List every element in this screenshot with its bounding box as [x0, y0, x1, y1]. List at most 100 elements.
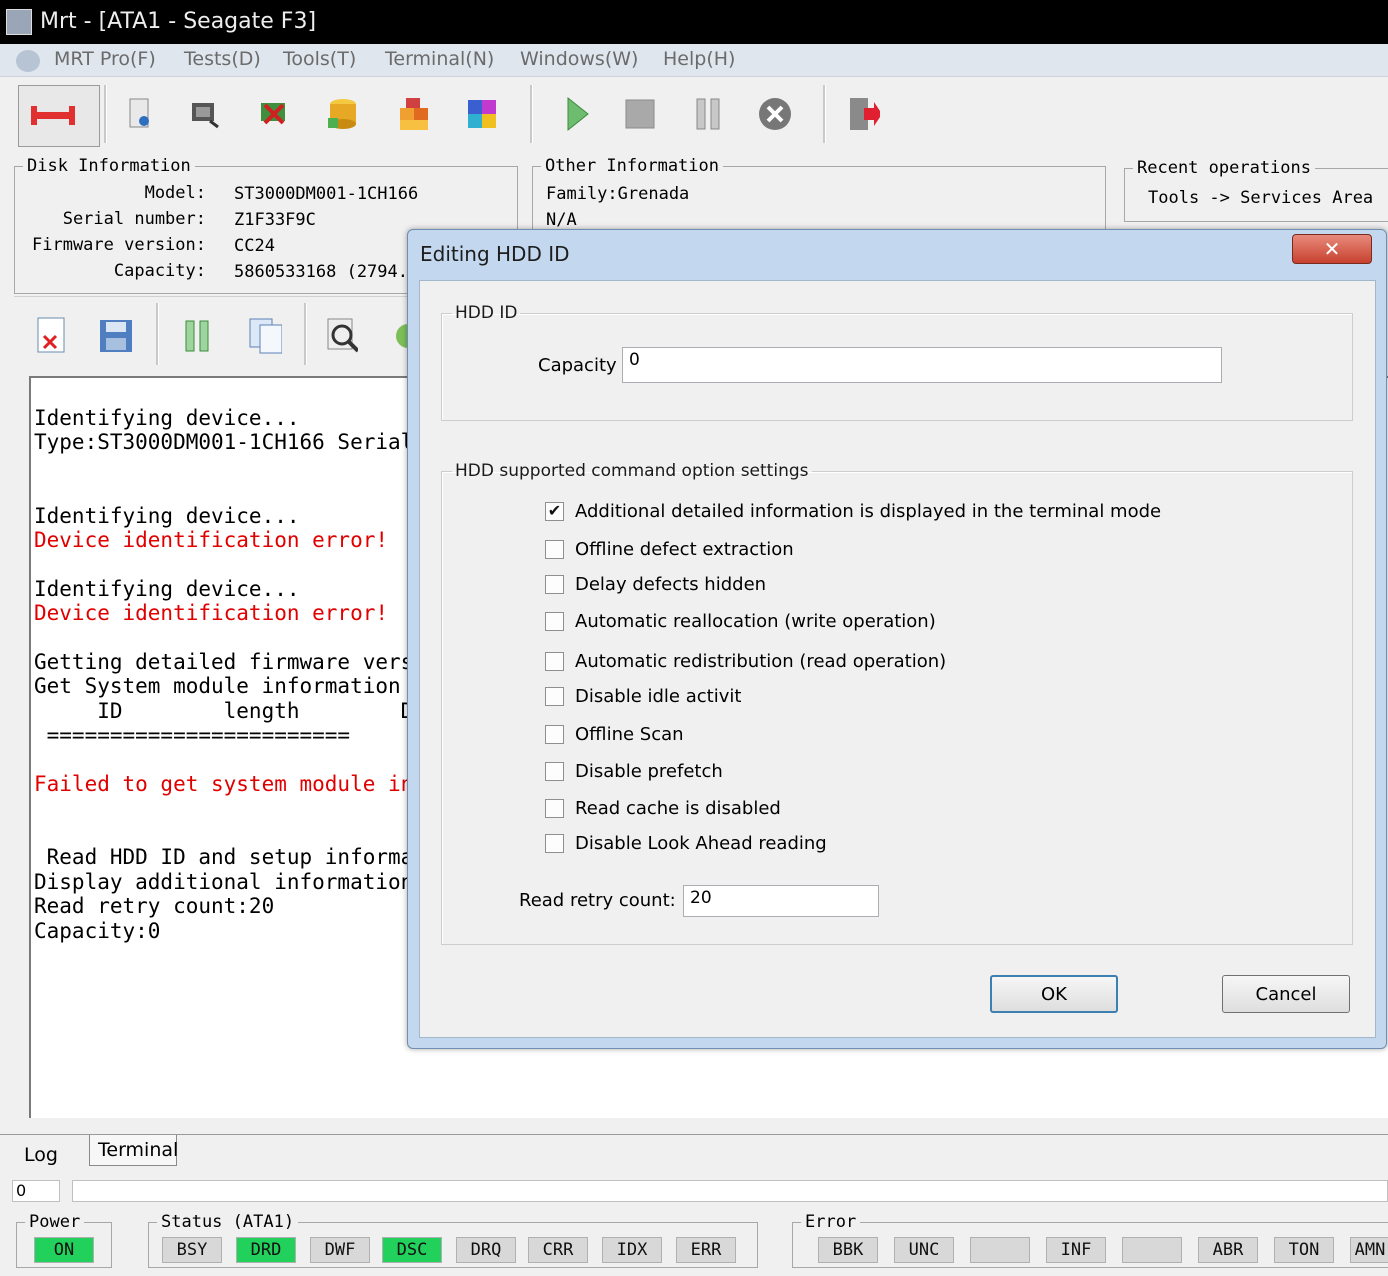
play-button[interactable]	[560, 95, 594, 133]
hdd-id-legend: HDD ID	[455, 303, 518, 323]
database-button[interactable]	[326, 95, 360, 133]
disconnect-icon	[31, 106, 75, 125]
editing-hdd-id-dialog: Editing HDD ID ✕ HDD ID Capacity 0 HDD s…	[407, 229, 1387, 1049]
pause-log-button[interactable]	[180, 317, 214, 355]
option-row[interactable]: Automatic reallocation (write operation)	[545, 609, 936, 633]
menu-tools[interactable]: Tools(T)	[283, 48, 356, 70]
toolbar-separator	[104, 85, 107, 143]
option-row[interactable]: Offline defect extraction	[545, 537, 794, 561]
log-line: Identifying device...	[34, 504, 300, 528]
menu-bar: MRT Pro(F) Tests(D) Tools(T) Terminal(N)…	[0, 44, 1388, 76]
log-line: ID length De	[34, 699, 426, 723]
error-legend: Error	[805, 1212, 857, 1232]
error-led-abr: ABR	[1198, 1237, 1258, 1263]
tool-1-button[interactable]	[188, 95, 222, 133]
option-checkbox[interactable]	[545, 833, 564, 853]
stop-button[interactable]	[623, 95, 657, 133]
option-row[interactable]: ✔ Additional detailed information is disp…	[545, 499, 1161, 523]
option-row[interactable]: Disable Look Ahead reading	[545, 831, 827, 855]
log-toolbar	[14, 296, 420, 375]
option-checkbox[interactable]	[545, 539, 564, 559]
log-line: Type:ST3000DM001-1CH166 Serial	[34, 430, 414, 454]
tool-2-button[interactable]	[257, 95, 291, 133]
power-legend: Power	[29, 1212, 81, 1232]
toolbar-separator	[304, 303, 307, 365]
log-line: Read retry count:20	[34, 894, 275, 918]
close-icon: ✕	[1323, 237, 1341, 261]
copy-log-button[interactable]	[248, 317, 282, 355]
app-icon	[6, 9, 32, 35]
log-line: Identifying device...	[34, 406, 300, 430]
firmware-label: Firmware version:	[32, 235, 206, 255]
capacity-label: Capacity:	[113, 261, 206, 281]
retry-count-input[interactable]: 20	[683, 885, 879, 917]
log-line: Capacity:0	[34, 919, 161, 943]
menu-tests[interactable]: Tests(D)	[184, 48, 261, 70]
ok-button[interactable]: OK	[990, 975, 1118, 1013]
model-label: Model:	[144, 183, 206, 203]
cancel-dialog-button[interactable]: Cancel	[1222, 975, 1350, 1013]
other-info-legend: Other Information	[545, 156, 719, 176]
save-icon	[100, 320, 132, 352]
mrt-logo-icon	[16, 50, 40, 72]
exit-button[interactable]	[846, 95, 880, 133]
option-checkbox[interactable]	[545, 651, 564, 671]
status-led-crr: CRR	[528, 1237, 588, 1263]
tab-terminal-label: Terminal	[98, 1139, 179, 1161]
option-checkbox[interactable]	[545, 798, 564, 818]
status-led-idx: IDX	[602, 1237, 662, 1263]
other-info-line2: N/A	[546, 210, 577, 230]
option-checkbox[interactable]: ✔	[545, 501, 564, 521]
cancel-icon	[759, 98, 791, 130]
delete-log-icon	[37, 317, 65, 353]
pause-button[interactable]	[691, 95, 725, 133]
log-line: Getting detailed firmware versi	[34, 650, 426, 674]
recent-operations-legend: Recent operations	[1137, 158, 1311, 178]
option-checkbox[interactable]	[545, 686, 564, 706]
window-title: Mrt - [ATA1 - Seagate F3]	[40, 9, 317, 34]
modules-button[interactable]	[464, 95, 498, 133]
copy-icon	[249, 318, 282, 354]
drive-info-button[interactable]	[122, 95, 156, 133]
option-checkbox[interactable]	[545, 611, 564, 631]
retry-count-label: Read retry count:	[519, 890, 676, 911]
dialog-close-button[interactable]: ✕	[1292, 234, 1372, 264]
recent-operation-item[interactable]: Tools -> Services Area	[1148, 188, 1373, 208]
option-row[interactable]: Disable prefetch	[545, 759, 723, 783]
search-icon	[327, 318, 358, 353]
blocks-button[interactable]	[396, 95, 430, 133]
option-row[interactable]: Read cache is disabled	[545, 796, 781, 820]
save-log-button[interactable]	[98, 317, 132, 355]
option-checkbox[interactable]	[545, 761, 564, 781]
option-label: Delay defects hidden	[575, 573, 767, 595]
menu-windows[interactable]: Windows(W)	[520, 48, 638, 70]
error-led-blank	[1122, 1237, 1182, 1263]
status-led-bsy: BSY	[162, 1237, 222, 1263]
option-label: Offline defect extraction	[575, 538, 794, 560]
error-led-bbk: BBK	[818, 1237, 878, 1263]
menu-terminal[interactable]: Terminal(N)	[385, 48, 494, 70]
menu-help[interactable]: Help(H)	[663, 48, 735, 70]
cancel-button[interactable]	[757, 95, 791, 133]
log-line: Get System module information .	[34, 674, 426, 698]
stop-icon	[625, 99, 655, 129]
progress-value: 0	[12, 1180, 60, 1202]
tab-terminal[interactable]: Terminal	[89, 1135, 179, 1166]
drive-info-icon	[129, 98, 149, 128]
option-checkbox[interactable]	[545, 724, 564, 744]
tab-log[interactable]: Log	[24, 1144, 58, 1166]
menu-mrt-pro[interactable]: MRT Pro(F)	[54, 48, 156, 70]
option-row[interactable]: Delay defects hidden	[545, 572, 766, 596]
option-checkbox[interactable]	[545, 574, 564, 594]
disk-info-legend: Disk Information	[27, 156, 191, 176]
disconnect-button[interactable]	[18, 85, 100, 147]
option-label: Disable prefetch	[575, 760, 723, 782]
search-log-button[interactable]	[324, 317, 358, 355]
dialog-title: Editing HDD ID	[420, 242, 570, 266]
option-row[interactable]: Offline Scan	[545, 722, 684, 746]
option-row[interactable]: Disable idle activit	[545, 684, 741, 708]
power-led: ON	[34, 1237, 94, 1263]
option-row[interactable]: Automatic redistribution (read operation…	[545, 649, 946, 673]
delete-log-button[interactable]	[34, 317, 68, 355]
option-label: Automatic reallocation (write operation)	[575, 610, 936, 632]
